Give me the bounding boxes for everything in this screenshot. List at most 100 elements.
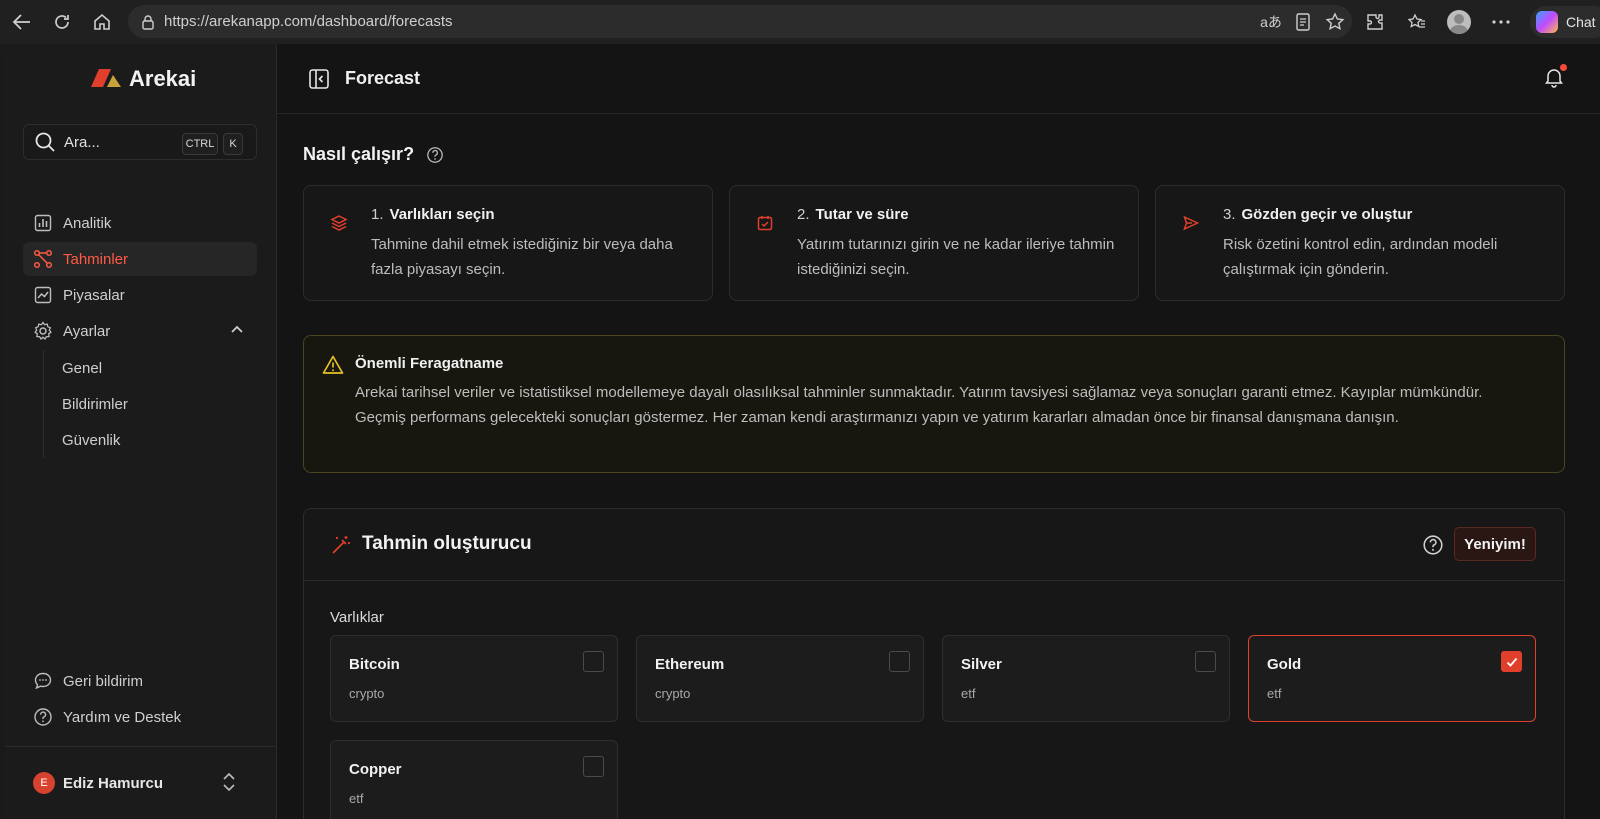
- asset-checkbox[interactable]: [889, 651, 910, 672]
- forecast-builder: Tahmin oluşturucu Yeniyim! Varlıklar Bit…: [303, 508, 1565, 819]
- refresh-icon[interactable]: [42, 2, 82, 42]
- disclaimer-box: Önemli Feragatname Arekai tarihsel veril…: [303, 335, 1565, 473]
- sidebar-item-feedback[interactable]: Geri bildirim: [23, 664, 257, 698]
- copilot-button[interactable]: Chat: [1530, 6, 1600, 38]
- asset-card-ethereum[interactable]: Ethereum crypto: [636, 635, 924, 722]
- sidebar-item-tahminler[interactable]: Tahminler: [23, 242, 257, 276]
- sidebar-item-guvenlik[interactable]: Güvenlik: [62, 422, 257, 458]
- step-card: 3. Gözden geçir ve oluştur Risk özetini k…: [1155, 185, 1565, 301]
- gear-icon: [33, 321, 53, 341]
- asset-name: Ethereum: [655, 656, 725, 673]
- step-title: 2. Tutar ve süre: [797, 206, 909, 223]
- translate-icon[interactable]: aあ: [1260, 11, 1282, 33]
- page-title: Forecast: [345, 68, 421, 88]
- help-circle-icon[interactable]: [1422, 534, 1444, 556]
- step-card: 1. Varlıkları seçin Tahmine dahil etmek i…: [303, 185, 713, 301]
- sidebar-item-genel[interactable]: Genel: [62, 350, 257, 386]
- bar-chart-icon: [33, 213, 53, 233]
- step-description: Risk özetini kontrol edin, ardından mode…: [1223, 236, 1498, 278]
- howto-steps: 1. Varlıkları seçin Tahmine dahil etmek i…: [303, 185, 1583, 301]
- assets-label: Varlıklar: [330, 609, 384, 626]
- sidebar-item-ayarlar[interactable]: Ayarlar: [23, 314, 257, 348]
- sidebar: Arekai Ara... CTRL K Analitik Tahminler: [5, 44, 277, 819]
- sidebar-item-analitik[interactable]: Analitik: [23, 206, 257, 240]
- asset-type: etf: [961, 686, 976, 701]
- layers-icon: [330, 214, 348, 232]
- asset-type: crypto: [655, 686, 691, 701]
- url-text: https://arekanapp.com/dashboard/forecast…: [164, 13, 453, 30]
- new-user-button[interactable]: Yeniyim!: [1454, 527, 1536, 561]
- app-window: Arekai Ara... CTRL K Analitik Tahminler: [5, 44, 1600, 819]
- notification-dot: [1560, 64, 1567, 71]
- asset-name: Copper: [349, 761, 402, 778]
- sidebar-item-help[interactable]: Yardım ve Destek: [23, 700, 257, 734]
- kbd-k: K: [223, 133, 243, 155]
- main-content: Nasıl çalışır? 1. Varlıkları seçin Tahmin…: [277, 114, 1600, 819]
- more-menu-icon[interactable]: [1484, 5, 1518, 39]
- copilot-icon: [1536, 11, 1558, 33]
- asset-card-silver[interactable]: Silver etf: [942, 635, 1230, 722]
- sidebar-item-label: Geri bildirim: [63, 672, 144, 690]
- asset-checkbox[interactable]: [583, 756, 604, 777]
- checkmark-icon: [1506, 657, 1517, 667]
- user-menu[interactable]: E Ediz Hamurcu: [5, 746, 277, 819]
- step-description: Tahmine dahil etmek istediğiniz bir veya…: [371, 236, 673, 278]
- calendar-check-icon: [756, 214, 774, 232]
- user-name: Ediz Hamurcu: [63, 774, 164, 792]
- asset-checkbox[interactable]: [1501, 651, 1522, 672]
- sidebar-item-bildirimler[interactable]: Bildirimler: [62, 386, 257, 422]
- notification-bell-icon[interactable]: [1543, 64, 1567, 88]
- howto-title: Nasıl çalışır?: [303, 144, 415, 164]
- search-input[interactable]: Ara... CTRL K: [23, 124, 257, 160]
- bottom-nav: Geri bildirim Yardım ve Destek: [23, 664, 257, 736]
- sidebar-item-piyasalar[interactable]: Piyasalar: [23, 278, 257, 312]
- back-icon[interactable]: [2, 2, 42, 42]
- asset-card-gold[interactable]: Gold etf: [1248, 635, 1536, 722]
- step-title-text: Gözden geçir ve oluştur: [1241, 206, 1413, 223]
- asset-name: Bitcoin: [349, 656, 400, 673]
- sidebar-item-label: Yardım ve Destek: [63, 708, 182, 726]
- send-icon: [1182, 214, 1200, 232]
- asset-type: etf: [1267, 686, 1282, 701]
- asset-type: crypto: [349, 686, 385, 701]
- asset-checkbox[interactable]: [1195, 651, 1216, 672]
- favorites-icon[interactable]: [1400, 5, 1434, 39]
- reader-icon[interactable]: [1292, 11, 1314, 33]
- search-placeholder: Ara...: [64, 133, 100, 151]
- asset-card-bitcoin[interactable]: Bitcoin crypto: [330, 635, 618, 722]
- search-icon: [34, 131, 56, 153]
- asset-type: etf: [349, 791, 364, 806]
- step-title: 1. Varlıkları seçin: [371, 206, 495, 223]
- step-description: Yatırım tutarınızı girin ve ne kadar ile…: [797, 236, 1115, 278]
- magic-wand-icon: [330, 534, 352, 556]
- address-bar[interactable]: https://arekanapp.com/dashboard/forecast…: [128, 5, 1352, 38]
- help-circle-icon: [33, 707, 53, 727]
- main-nav: Analitik Tahminler Piyasalar Ayarlar Gen…: [23, 206, 257, 458]
- help-circle-icon[interactable]: [426, 146, 444, 164]
- builder-title: Tahmin oluşturucu: [362, 533, 532, 554]
- step-number: 1.: [371, 206, 384, 223]
- chevron-updown-icon[interactable]: [221, 771, 237, 793]
- lock-icon: [138, 12, 158, 32]
- browser-toolbar: https://arekanapp.com/dashboard/forecast…: [0, 0, 1600, 44]
- step-title-text: Tutar ve süre: [815, 206, 909, 223]
- page-header: Forecast: [277, 44, 1600, 114]
- chevron-up-icon[interactable]: [229, 322, 245, 338]
- asset-checkbox[interactable]: [583, 651, 604, 672]
- step-number: 3.: [1223, 206, 1236, 223]
- warning-icon: [322, 354, 344, 376]
- favorite-star-icon[interactable]: [1324, 11, 1346, 33]
- brand-logo[interactable]: Arekai: [91, 66, 196, 92]
- settings-subnav: Genel Bildirimler Güvenlik: [43, 350, 257, 458]
- builder-header: Tahmin oluşturucu Yeniyim!: [304, 509, 1564, 581]
- asset-name: Silver: [961, 656, 1002, 673]
- asset-grid: Bitcoin crypto Ethereum crypto Silver et…: [330, 635, 1538, 819]
- sidebar-item-label: Ayarlar: [63, 322, 111, 340]
- home-icon[interactable]: [82, 2, 122, 42]
- profile-icon[interactable]: [1442, 5, 1476, 39]
- extensions-icon[interactable]: [1358, 5, 1392, 39]
- sidebar-toggle-icon[interactable]: [307, 67, 331, 91]
- step-title-text: Varlıkları seçin: [389, 206, 495, 223]
- asset-card-copper[interactable]: Copper etf: [330, 740, 618, 819]
- sidebar-item-label: Analitik: [63, 214, 112, 232]
